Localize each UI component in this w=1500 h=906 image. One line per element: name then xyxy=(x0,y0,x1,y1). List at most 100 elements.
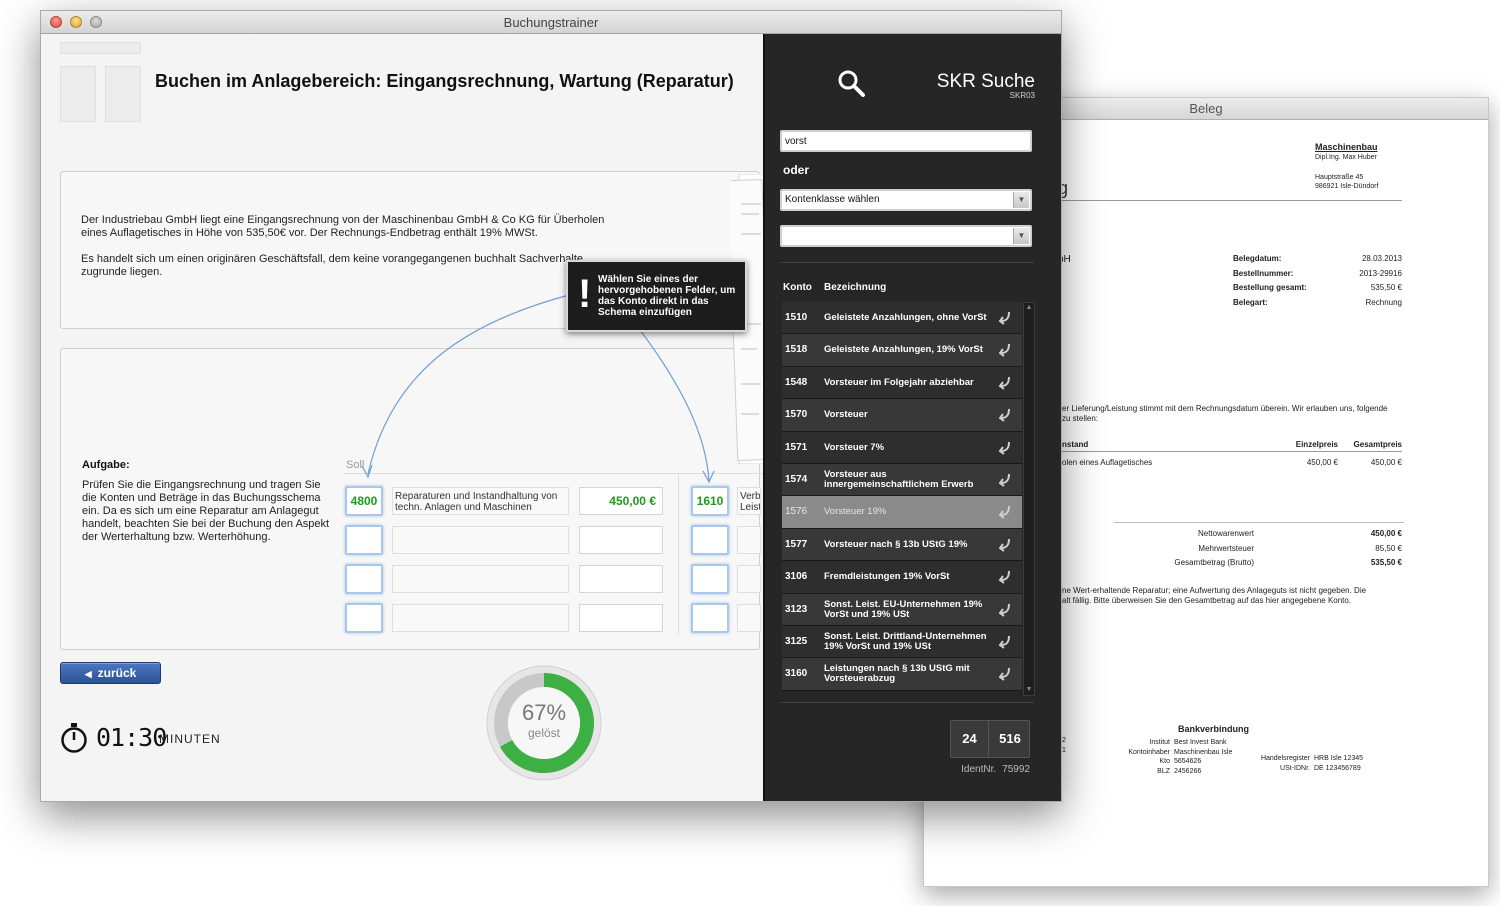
haben-account-field[interactable]: 1610 xyxy=(691,486,729,516)
insert-arrow-icon[interactable] xyxy=(998,408,1012,422)
tooltip-text: Wählen Sie eines der hervorgehobenen Fel… xyxy=(598,274,736,318)
doc-owner: Dipl.Ing. Max Huber xyxy=(1315,154,1377,161)
account-row[interactable]: 1577 Vorsteuer nach § 13b UStG 19% xyxy=(782,528,1022,562)
logo-block-top xyxy=(60,42,141,54)
doc-meta-value: Rechnung xyxy=(1365,297,1402,307)
scroll-up-icon[interactable]: ▲ xyxy=(1024,303,1034,313)
amount-field[interactable] xyxy=(579,604,663,632)
account-name: Vorsteuer 19% xyxy=(824,506,887,518)
account-row[interactable]: 1574 Vorsteuer aus innergemeinschaftliche… xyxy=(782,463,1022,497)
account-subclass-select[interactable]: ▼ xyxy=(780,225,1032,247)
column-header-bezeichnung: Bezeichnung xyxy=(824,282,887,293)
doc-city: 986921 Isle-Dündorf xyxy=(1315,183,1379,190)
account-row[interactable]: 3106 Fremdleistungen 19% VorSt xyxy=(782,561,1022,594)
insert-arrow-icon[interactable] xyxy=(998,441,1012,455)
search-icon[interactable] xyxy=(837,69,865,97)
amount-field[interactable] xyxy=(579,526,663,554)
doc-meta-value: 535,50 € xyxy=(1370,283,1402,292)
insert-arrow-icon[interactable] xyxy=(998,343,1012,358)
exercise-area: Buchen im Anlagebereich: Eingangsrechnun… xyxy=(41,34,771,801)
task-text: Prüfen Sie die Eingangsrechnung und trag… xyxy=(82,479,330,543)
soll-account-field[interactable]: 4800 xyxy=(345,486,383,516)
doc-table-line xyxy=(1062,451,1402,452)
amount-field[interactable] xyxy=(579,565,663,593)
ident-number: IdentNr. 75992 xyxy=(955,764,1030,775)
account-class-select[interactable]: Kontenklasse wählen ▼ xyxy=(780,189,1032,211)
account-row[interactable]: 1510 Geleistete Anzahlungen, ohne VorSt xyxy=(782,302,1022,335)
soll-account-text xyxy=(392,526,569,554)
account-name: Vorsteuer xyxy=(824,409,868,421)
haben-account-field[interactable] xyxy=(691,564,729,594)
description-paragraph-2: Es handelt sich um einen originären Gesc… xyxy=(81,253,584,278)
back-button[interactable]: ◀ zurück xyxy=(60,662,161,684)
account-row[interactable]: 1570 Vorsteuer xyxy=(782,399,1022,432)
skr-search-panel: SKR Suche SKR03 oder Kontenklasse wählen… xyxy=(763,34,1061,801)
account-number: 1576 xyxy=(785,506,808,518)
account-row[interactable]: 1571 Vorsteuer 7% xyxy=(782,431,1022,464)
booking-header-line xyxy=(344,473,764,474)
insert-arrow-icon[interactable] xyxy=(998,570,1012,584)
account-list: 1510 Geleistete Anzahlungen, ohne VorSt 15… xyxy=(782,302,1022,691)
doc-meta-label: Belegdatum: xyxy=(1233,254,1282,263)
amount-field[interactable]: 450,00 € xyxy=(579,487,663,515)
column-header-konto: Konto xyxy=(783,282,812,293)
insert-arrow-icon[interactable] xyxy=(998,667,1012,682)
account-number: 1574 xyxy=(785,473,808,485)
ident-label: IdentNr. xyxy=(961,764,997,775)
oder-label: oder xyxy=(783,163,810,177)
doc-bank-value: Best Invest Bank xyxy=(1174,739,1227,746)
account-row[interactable]: 1518 Geleistete Anzahlungen, 19% VorSt xyxy=(782,334,1022,367)
soll-account-field[interactable] xyxy=(345,564,383,594)
search-title: SKR Suche xyxy=(936,71,1035,92)
close-window-button[interactable] xyxy=(50,16,62,28)
account-row[interactable]: 1576 Vorsteuer 19% xyxy=(782,496,1022,529)
doc-meta-label: Belegart: xyxy=(1233,297,1268,307)
soll-label: Soll xyxy=(346,459,365,471)
search-separator-top xyxy=(780,262,1034,263)
insert-arrow-icon[interactable] xyxy=(998,635,1012,649)
insert-arrow-icon[interactable] xyxy=(998,311,1012,325)
main-titlebar[interactable]: Buchungstrainer xyxy=(41,11,1061,34)
counter-total: 516 xyxy=(999,731,1021,746)
doc-company: Maschinenbau xyxy=(1315,142,1378,152)
account-number: 1571 xyxy=(785,441,808,453)
insert-arrow-icon[interactable] xyxy=(998,473,1012,487)
account-number: 1577 xyxy=(785,538,808,550)
doc-note-line1: ne Wert-erhaltende Reparatur; eine Aufwe… xyxy=(1062,586,1367,595)
soll-account-text xyxy=(392,604,569,632)
counter-current: 24 xyxy=(951,721,989,757)
account-row[interactable]: 3123 Sonst. Leist. EU-Unternehmen 19% Vor… xyxy=(782,593,1022,626)
haben-account-field[interactable] xyxy=(691,603,729,633)
haben-account-field[interactable] xyxy=(691,525,729,555)
search-subtitle: SKR03 xyxy=(1009,91,1035,100)
soll-account-field[interactable] xyxy=(345,525,383,555)
timer-unit: MINUTEN xyxy=(159,732,221,746)
scroll-down-icon[interactable]: ▼ xyxy=(1024,685,1034,695)
ident-value: 75992 xyxy=(1002,764,1030,775)
haben-account-text xyxy=(737,604,761,632)
account-number: 1510 xyxy=(785,312,808,323)
soll-account-field[interactable] xyxy=(345,603,383,633)
search-input[interactable] xyxy=(780,130,1032,152)
insert-arrow-icon[interactable] xyxy=(998,538,1012,552)
account-row[interactable]: 3125 Sonst. Leist. Drittland-Unternehmen … xyxy=(782,625,1022,659)
minimize-window-button[interactable] xyxy=(70,16,82,28)
account-row[interactable]: 3160 Leistungen nach § 13b UStG mit Vorst… xyxy=(782,658,1022,691)
insert-arrow-icon[interactable] xyxy=(998,603,1012,617)
doc-meta-value: 28.03.2013 xyxy=(1361,254,1402,263)
doc-col-item: nstand xyxy=(1062,440,1089,449)
account-row[interactable]: 1548 Vorsteuer im Folgejahr abziehbar xyxy=(782,366,1022,400)
account-number: 1570 xyxy=(785,409,808,421)
chevron-down-icon: ▼ xyxy=(1013,228,1029,244)
account-list-scrollbar[interactable]: ▲ ▼ xyxy=(1023,302,1035,696)
zoom-window-button[interactable] xyxy=(90,16,102,28)
progress-ring: 67% gelöst xyxy=(485,664,603,782)
insert-arrow-icon[interactable] xyxy=(998,376,1012,390)
doc-register-value: DE 123456789 xyxy=(1314,765,1361,772)
doc-left-fragment-2: 1 xyxy=(1062,747,1066,754)
doc-total-value: 450,00 € xyxy=(1370,529,1402,538)
insert-arrow-icon[interactable] xyxy=(998,505,1012,520)
doc-bank-label: Kto xyxy=(1159,758,1170,765)
doc-total-label: Gesamtbetrag (Brutto) xyxy=(1174,558,1254,567)
account-name: Sonst. Leist. EU-Unternehmen 19% VorSt u… xyxy=(824,598,983,620)
